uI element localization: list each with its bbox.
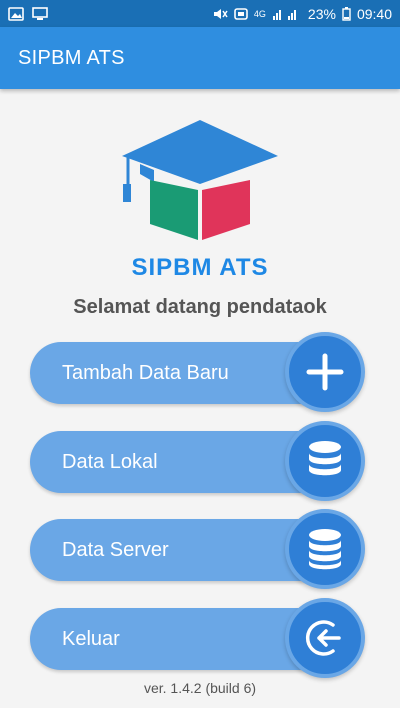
data-saver-icon bbox=[234, 7, 248, 21]
status-left bbox=[8, 6, 48, 21]
logout-icon bbox=[285, 598, 365, 678]
app-title: SIPBM ATS bbox=[18, 46, 125, 69]
monitor-icon bbox=[32, 6, 48, 21]
battery-percent: 23% bbox=[307, 5, 336, 22]
signal-icon bbox=[272, 7, 302, 21]
status-right: 4G 23% 09:40 bbox=[212, 6, 392, 22]
menu-label: Data Server bbox=[62, 539, 169, 561]
version-label: ver. 1.4.2 (build 6) bbox=[143, 680, 257, 696]
database-icon bbox=[285, 421, 365, 501]
logout-button[interactable]: Keluar bbox=[30, 598, 365, 678]
welcome-message: Selamat datang pendataok bbox=[73, 296, 327, 318]
menu-label: Data Lokal bbox=[62, 451, 158, 473]
add-new-data-button[interactable]: Tambah Data Baru bbox=[30, 332, 365, 412]
database-server-icon bbox=[285, 509, 365, 589]
plus-icon bbox=[285, 332, 365, 412]
logo-text: SIPBM ATS bbox=[131, 254, 269, 281]
image-icon bbox=[8, 6, 24, 21]
mute-icon bbox=[212, 7, 228, 21]
local-data-button[interactable]: Data Lokal bbox=[30, 421, 365, 501]
app-bar: SIPBM ATS bbox=[0, 27, 400, 89]
status-bar: 4G 23% 09:40 bbox=[0, 0, 400, 27]
server-data-button[interactable]: Data Server bbox=[30, 509, 365, 589]
network-type-label: 4G bbox=[253, 8, 266, 19]
menu-label: Keluar bbox=[62, 628, 120, 650]
battery-icon bbox=[342, 6, 351, 21]
status-time: 09:40 bbox=[356, 5, 392, 22]
menu-label: Tambah Data Baru bbox=[62, 362, 229, 384]
